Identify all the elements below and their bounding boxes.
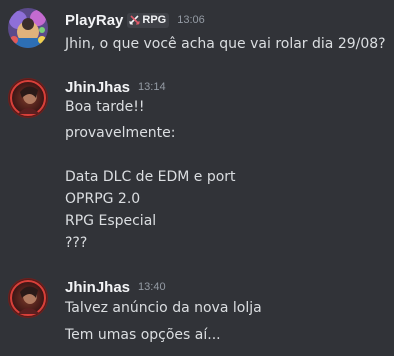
message-text: provavelmente:: [65, 125, 176, 141]
message-text: OPRPG 2.0: [65, 191, 141, 207]
message-text: ???: [65, 235, 88, 251]
swords-icon: [128, 11, 141, 30]
message-header: JhinJhas 13:14: [65, 77, 166, 97]
timestamp[interactable]: 13:14: [138, 81, 166, 93]
message-header: JhinJhas 13:40: [65, 277, 166, 297]
timestamp[interactable]: 13:40: [138, 281, 166, 293]
message-text: RPG Especial: [65, 213, 157, 229]
timestamp[interactable]: 13:06: [177, 14, 205, 26]
message-text: Talvez anúncio da nova lolja: [65, 300, 262, 316]
username[interactable]: JhinJhas: [65, 279, 130, 296]
role-tag[interactable]: RPG: [127, 11, 170, 30]
avatar-playray[interactable]: [8, 8, 48, 48]
message-header: PlayRay RPG 13:06: [65, 10, 205, 30]
username[interactable]: PlayRay: [65, 12, 123, 29]
message-text: Boa tarde!!: [65, 99, 145, 115]
message-text: Tem umas opções aí...: [65, 327, 221, 343]
username[interactable]: JhinJhas: [65, 79, 130, 96]
avatar-jhinjhas[interactable]: [8, 278, 48, 318]
message-text: Jhin, o que você acha que vai rolar dia …: [65, 36, 386, 52]
avatar-jhinjhas[interactable]: [8, 78, 48, 118]
message-text: Data DLC de EDM e port: [65, 169, 236, 185]
role-tag-label: RPG: [142, 14, 167, 26]
